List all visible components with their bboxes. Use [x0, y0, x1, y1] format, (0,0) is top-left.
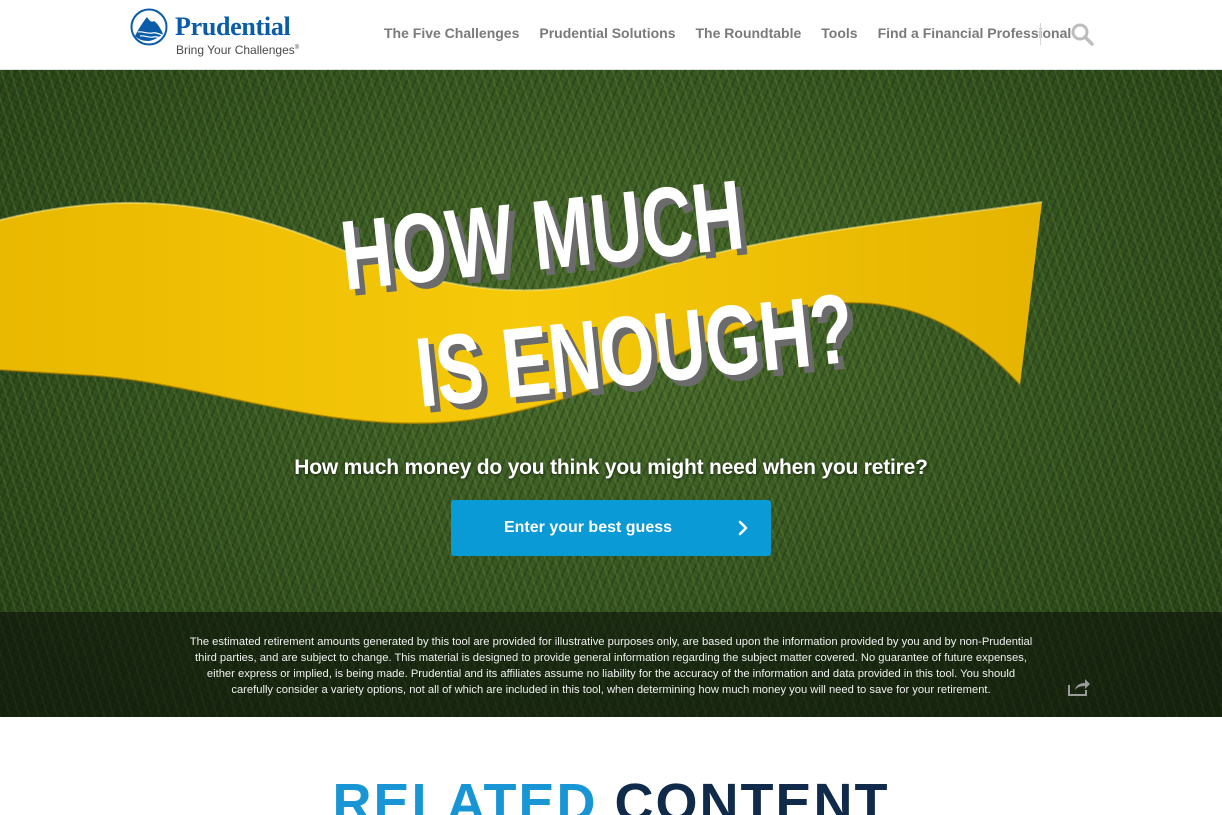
hero-question: How much money do you think you might ne…	[294, 456, 928, 479]
enter-best-guess-button[interactable]: Enter your best guess	[451, 500, 771, 556]
nav-item-find-financial-professional[interactable]: Find a Financial Professional	[878, 25, 1072, 41]
prudential-logo[interactable]: Prudential Bring Your Challenges®	[130, 8, 299, 60]
related-content-heading: RELATED CONTENT	[0, 773, 1222, 815]
hero-section: HOW MUCH HOW MUCH IS ENOUGH? IS ENOUGH? …	[0, 70, 1222, 717]
hero-headline: HOW MUCH HOW MUCH IS ENOUGH? IS ENOUGH?	[336, 160, 865, 435]
nav-item-prudential-solutions[interactable]: Prudential Solutions	[539, 25, 675, 41]
rock-of-gibraltar-icon	[130, 8, 168, 46]
brand-tagline: Bring Your Challenges®	[176, 41, 299, 57]
site-header: Prudential Bring Your Challenges® The Fi…	[0, 0, 1222, 70]
cta-label: Enter your best guess	[503, 519, 673, 536]
main-nav: The Five Challenges Prudential Solutions…	[384, 0, 1091, 66]
related-heading-word-2: CONTENT	[614, 773, 890, 815]
search-icon[interactable]	[1070, 22, 1094, 46]
disclaimer-text: The estimated retirement amounts generat…	[189, 636, 1033, 696]
brand-tagline-text: Bring Your Challenges	[176, 43, 295, 57]
related-content-section: RELATED CONTENT	[0, 717, 1222, 815]
related-heading-word-1: RELATED	[332, 773, 598, 815]
chevron-right-icon	[738, 520, 748, 536]
disclaimer-band: The estimated retirement amounts generat…	[0, 612, 1222, 717]
nav-item-five-challenges[interactable]: The Five Challenges	[384, 25, 519, 41]
nav-item-tools[interactable]: Tools	[821, 25, 857, 41]
brand-name: Prudential	[175, 12, 291, 41]
nav-divider	[1040, 23, 1041, 45]
registered-mark: ®	[294, 45, 300, 51]
nav-item-roundtable[interactable]: The Roundtable	[696, 25, 802, 41]
share-icon[interactable]	[1067, 677, 1091, 697]
